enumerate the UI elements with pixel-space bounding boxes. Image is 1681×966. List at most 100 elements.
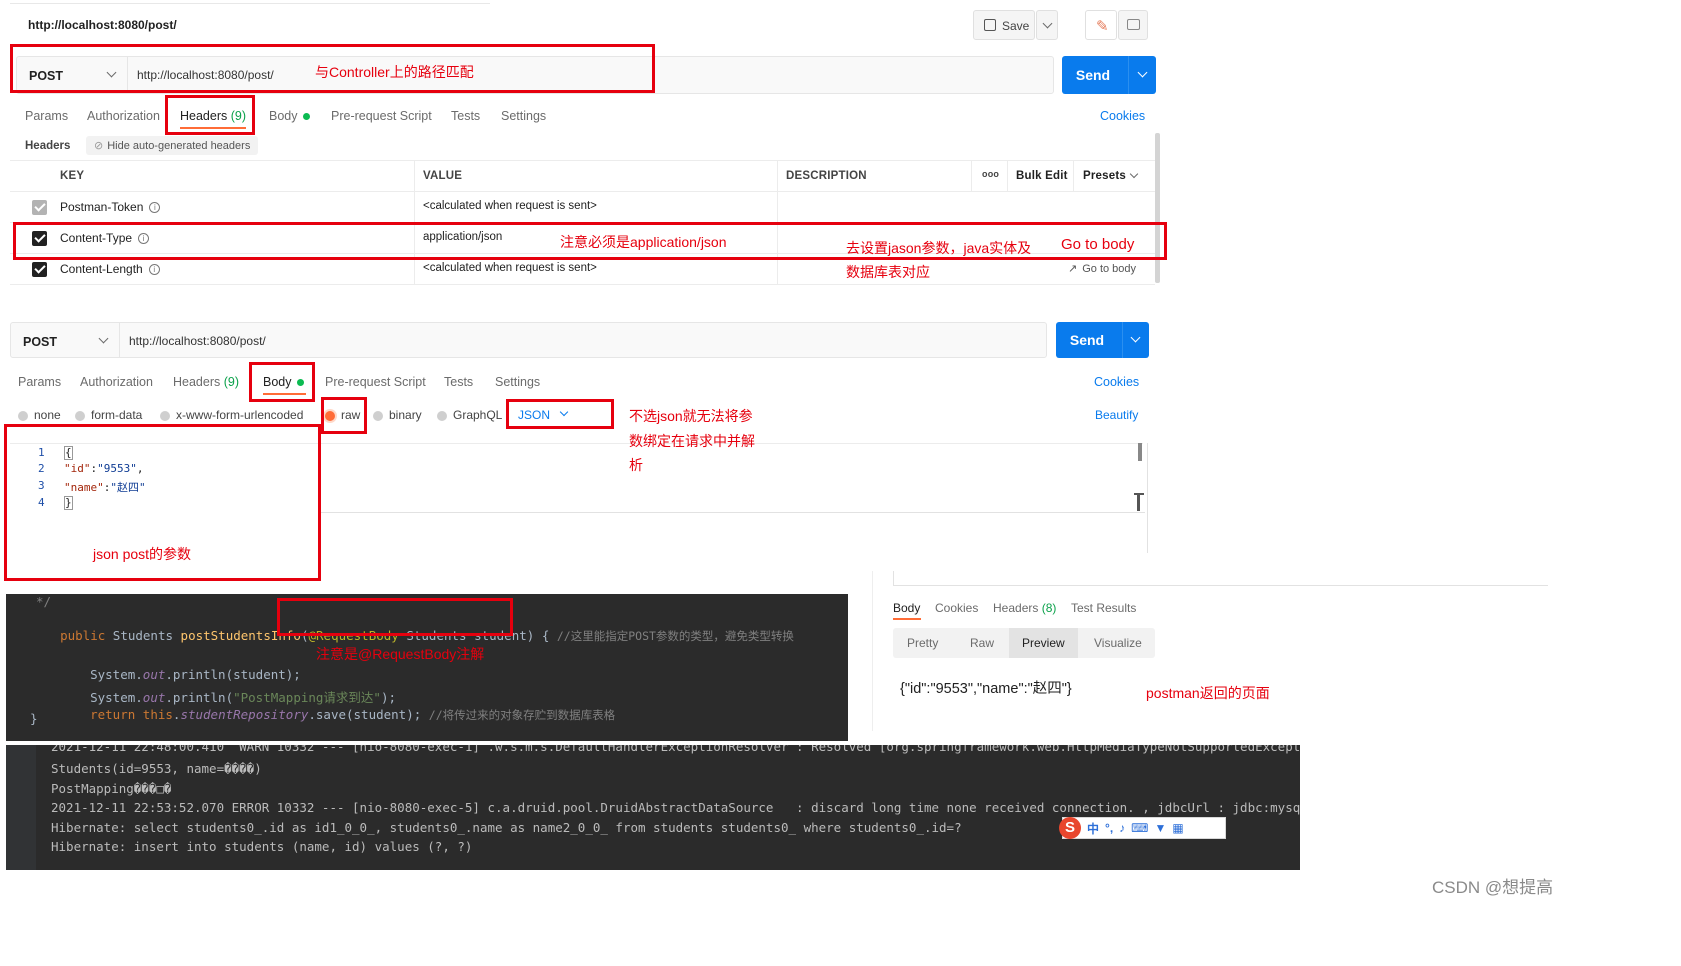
more-options-icon[interactable]: ooo bbox=[982, 169, 999, 179]
toolbox-icon[interactable]: ▦ bbox=[1172, 821, 1183, 835]
tab-headers[interactable]: Headers (9) bbox=[173, 375, 239, 389]
tab-authorization[interactable]: Authorization bbox=[87, 109, 160, 123]
tab-body[interactable]: Body bbox=[269, 109, 310, 123]
console-line: Hibernate: select students0_.id as id1_0… bbox=[51, 820, 962, 835]
tab-tests[interactable]: Tests bbox=[451, 109, 480, 123]
tab-body-label: Body bbox=[269, 109, 298, 123]
return-comment: //将传过来的对象存贮到数据库表格 bbox=[428, 708, 616, 722]
table-scrollbar[interactable] bbox=[1155, 133, 1160, 283]
presets-button[interactable]: Presets bbox=[1083, 170, 1126, 182]
chevron-down-icon[interactable] bbox=[1137, 67, 1148, 78]
save-label: Save bbox=[1002, 19, 1030, 33]
tab-pre-request-script[interactable]: Pre-request Script bbox=[331, 109, 432, 123]
annotation-box-json bbox=[506, 399, 614, 429]
ime-punctuation-icon[interactable]: °, bbox=[1105, 821, 1113, 835]
annotation-box-body-tab bbox=[249, 362, 315, 402]
microphone-icon[interactable]: ♪ bbox=[1119, 821, 1125, 835]
body-mode-graphql[interactable]: GraphQL bbox=[437, 408, 502, 422]
edit-button[interactable]: ✎ bbox=[1085, 10, 1117, 40]
view-mode-preview[interactable]: Preview bbox=[1022, 636, 1065, 650]
view-mode-raw[interactable]: Raw bbox=[970, 636, 994, 650]
sogou-logo-icon[interactable]: S bbox=[1059, 817, 1081, 839]
table-border-bottom bbox=[10, 284, 1155, 285]
cookies-link[interactable]: Cookies bbox=[1100, 109, 1145, 123]
send-label: Send bbox=[1069, 332, 1105, 348]
tab-params[interactable]: Params bbox=[25, 109, 68, 123]
save-call: .save(student); bbox=[308, 707, 422, 722]
tab-settings[interactable]: Settings bbox=[501, 109, 546, 123]
header-value-cell: <calculated when request is sent> bbox=[423, 262, 597, 274]
row-checkbox-content-length[interactable] bbox=[32, 262, 47, 277]
return-line: return this.studentRepository.save(stude… bbox=[90, 707, 616, 722]
body-mode-none[interactable]: none bbox=[18, 408, 61, 422]
request-tab-title[interactable]: http://localhost:8080/post/ bbox=[28, 18, 177, 32]
ime-chinese-mode[interactable]: 中 bbox=[1087, 820, 1099, 837]
response-tab-test-results[interactable]: Test Results bbox=[1071, 601, 1136, 615]
chevron-down-icon[interactable] bbox=[1130, 332, 1141, 343]
send-button[interactable]: Send bbox=[1056, 322, 1149, 358]
tab-headers-label: Headers bbox=[173, 375, 221, 389]
header-key-text: Content-Length bbox=[60, 262, 143, 276]
comments-button[interactable] bbox=[1118, 10, 1148, 40]
tab-authorization[interactable]: Authorization bbox=[80, 375, 153, 389]
body-mode-form-data[interactable]: form-data bbox=[75, 408, 142, 422]
body-mode-label: form-data bbox=[91, 408, 143, 422]
bulk-edit-button[interactable]: Bulk Edit bbox=[1016, 170, 1068, 182]
editor-scroll-thumb[interactable] bbox=[1134, 493, 1144, 511]
cookies-link[interactable]: Cookies bbox=[1094, 375, 1139, 389]
col-header-value: VALUE bbox=[423, 170, 463, 182]
body-mode-binary[interactable]: binary bbox=[373, 408, 422, 422]
url-bar: POST http://localhost:8080/post/ bbox=[10, 322, 1047, 358]
console-gutter bbox=[6, 745, 36, 870]
annotation-json-note-3: 析 bbox=[629, 457, 643, 473]
ime-toolbar[interactable]: S 中 °, ♪ ⌨ ▼ ▦ bbox=[1059, 817, 1226, 839]
csdn-watermark: CSDN @想提高 bbox=[1432, 878, 1554, 897]
body-active-dot bbox=[302, 113, 310, 121]
tab-tests[interactable]: Tests bbox=[444, 375, 473, 389]
body-mode-urlencoded[interactable]: x-www-form-urlencoded bbox=[160, 408, 303, 422]
url-input[interactable]: http://localhost:8080/post/ bbox=[129, 334, 266, 348]
annotation-java-note: 去设置jason参数，java实体及 bbox=[846, 240, 1032, 256]
hide-auto-headers-button[interactable]: ⊘ Hide auto-generated headers bbox=[86, 136, 259, 155]
table-border-header bbox=[10, 191, 1155, 192]
go-to-body-link[interactable]: ↗ Go to body bbox=[1068, 262, 1136, 275]
method-select[interactable]: POST bbox=[23, 335, 57, 349]
beautify-link[interactable]: Beautify bbox=[1095, 408, 1138, 422]
comment-end: */ bbox=[36, 594, 52, 609]
console-line: 2021-12-11 22:48:00.410 WARN 10332 --- [… bbox=[51, 745, 1300, 754]
response-tab-cookies[interactable]: Cookies bbox=[935, 601, 978, 615]
view-mode-group: Pretty Raw Preview Visualize bbox=[893, 628, 1155, 658]
row-checkbox-postman-token[interactable] bbox=[32, 200, 47, 215]
response-top-rule bbox=[893, 585, 1548, 586]
response-panel: Body Cookies Headers (8) Test Results Pr… bbox=[872, 571, 1548, 731]
editor-scrollbar[interactable] bbox=[1138, 443, 1142, 461]
body-mode-label: GraphQL bbox=[453, 408, 503, 422]
view-mode-pretty[interactable]: Pretty bbox=[907, 636, 938, 650]
tab-settings[interactable]: Settings bbox=[495, 375, 540, 389]
keyboard-icon[interactable]: ⌨ bbox=[1131, 821, 1148, 835]
tab-pre-request-script[interactable]: Pre-request Script bbox=[325, 375, 426, 389]
tab-headers-count: (8) bbox=[1041, 601, 1057, 615]
go-to-body-small: Go to body bbox=[1082, 263, 1137, 275]
skin-icon[interactable]: ▼ bbox=[1154, 821, 1166, 835]
editor-right-rule bbox=[1147, 443, 1148, 553]
body-mode-label: x-www-form-urlencoded bbox=[176, 408, 304, 422]
keyword-this: this bbox=[142, 707, 173, 722]
keyword-return: return bbox=[90, 707, 136, 722]
send-split bbox=[1128, 56, 1129, 94]
save-icon bbox=[984, 19, 996, 31]
col-header-description: DESCRIPTION bbox=[786, 170, 867, 182]
response-tab-headers[interactable]: Headers (8) bbox=[993, 601, 1056, 615]
body-mode-label: none bbox=[34, 408, 61, 422]
response-tab-body[interactable]: Body bbox=[893, 601, 920, 615]
headers-section-label: Headers bbox=[25, 140, 71, 152]
tab-params[interactable]: Params bbox=[18, 375, 61, 389]
save-dropdown-button[interactable] bbox=[1036, 10, 1058, 40]
view-mode-visualize[interactable]: Visualize bbox=[1094, 636, 1142, 650]
save-button[interactable]: Save bbox=[973, 10, 1035, 40]
col-divider-bulk bbox=[1073, 160, 1074, 191]
header-key-text: Postman-Token bbox=[60, 200, 144, 214]
send-button[interactable]: Send bbox=[1062, 56, 1156, 94]
annotation-json-note-1: 不选json就无法将参 bbox=[629, 408, 753, 424]
chevron-down-icon bbox=[1042, 18, 1053, 29]
